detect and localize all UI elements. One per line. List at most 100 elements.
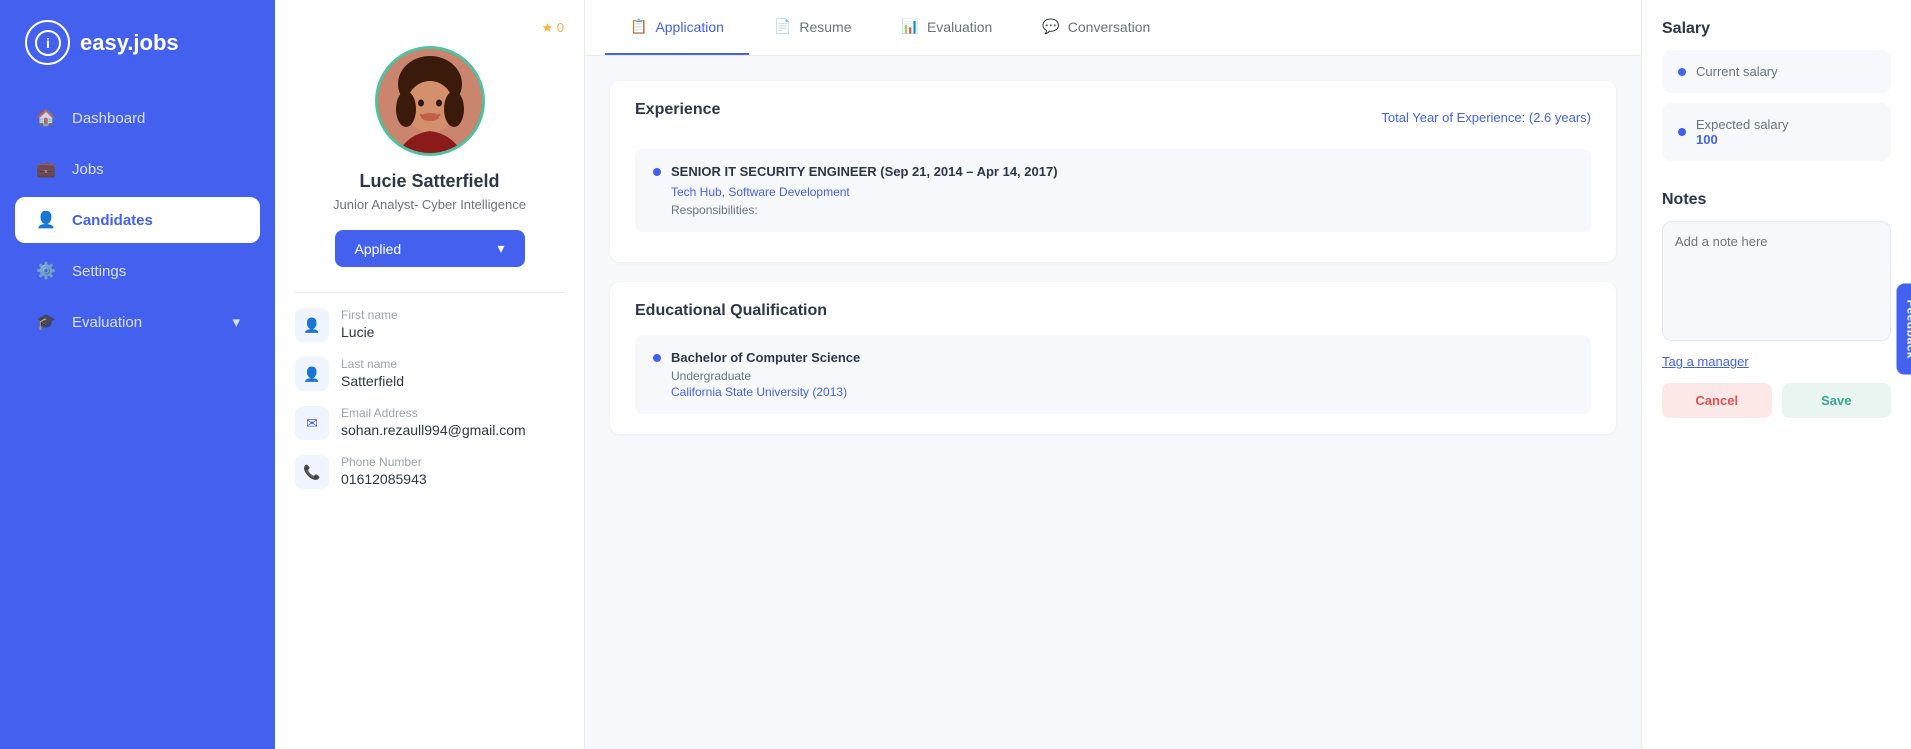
candidate-role: Junior Analyst- Cyber Intelligence — [333, 197, 526, 212]
info-list: 👤 First name Lucie 👤 Last name Satterfie… — [295, 308, 564, 489]
star-icon: ★ — [541, 20, 553, 35]
chevron-down-icon: ▾ — [497, 240, 504, 257]
salary-dot — [1678, 68, 1686, 76]
phone-label: Phone Number — [341, 455, 427, 469]
edu-type: Undergraduate — [671, 369, 1573, 383]
sidebar-item-dashboard[interactable]: 🏠 Dashboard — [15, 95, 260, 141]
tab-label: Application — [655, 19, 724, 35]
notes-actions: Cancel Save — [1662, 383, 1891, 418]
avatar — [375, 46, 485, 156]
status-button[interactable]: Applied ▾ — [335, 230, 525, 267]
sidebar-item-label: Evaluation — [72, 314, 142, 331]
phone-value: 01612085943 — [341, 471, 427, 487]
resume-icon: 📄 — [774, 18, 791, 35]
tab-evaluation[interactable]: 📊 Evaluation — [877, 0, 1018, 55]
person-icon: 👤 — [295, 308, 329, 342]
salary-title: Salary — [1662, 20, 1891, 38]
candidate-name: Lucie Satterfield — [359, 171, 499, 192]
sidebar-item-candidates[interactable]: 👤 Candidates — [15, 197, 260, 243]
tabs: 📋 Application 📄 Resume 📊 Evaluation 💬 Co… — [585, 0, 1641, 56]
tab-resume[interactable]: 📄 Resume — [749, 0, 877, 55]
total-experience: Total Year of Experience: (2.6 years) — [1381, 110, 1591, 125]
last-name-label: Last name — [341, 357, 404, 371]
sidebar-item-jobs[interactable]: 💼 Jobs — [15, 146, 260, 192]
phone-field: 📞 Phone Number 01612085943 — [295, 455, 564, 489]
exp-dot — [653, 168, 661, 176]
tab-label: Evaluation — [927, 19, 992, 35]
star-count: 0 — [557, 20, 564, 35]
education-title: Educational Qualification — [635, 302, 1591, 320]
sidebar-item-label: Settings — [72, 263, 126, 280]
svg-text:i: i — [46, 35, 50, 51]
settings-icon: ⚙️ — [35, 260, 57, 282]
content-body: Experience Total Year of Experience: (2.… — [585, 56, 1641, 749]
evaluation-icon: 🎓 — [35, 311, 57, 333]
expected-salary-label: Expected salary — [1696, 117, 1789, 132]
cancel-button[interactable]: Cancel — [1662, 383, 1772, 418]
sidebar-item-label: Candidates — [72, 212, 153, 229]
first-name-value: Lucie — [341, 324, 398, 340]
conv-icon: 💬 — [1042, 18, 1059, 35]
sidebar: i easy.jobs 🏠 Dashboard 💼 Jobs 👤 Candida… — [0, 0, 275, 749]
salary-dot-2 — [1678, 128, 1686, 136]
feedback-tab[interactable]: Feedback — [1896, 283, 1911, 374]
app-logo: i easy.jobs — [0, 20, 275, 95]
phone-icon: 📞 — [295, 455, 329, 489]
person-icon-2: 👤 — [295, 357, 329, 391]
star-rating: ★ 0 — [541, 20, 564, 36]
email-value: sohan.rezaull994@gmail.com — [341, 422, 526, 438]
sidebar-item-evaluation[interactable]: 🎓 Evaluation ▾ — [15, 299, 260, 345]
last-name-field: 👤 Last name Satterfield — [295, 357, 564, 391]
education-section: Educational Qualification Bachelor of Co… — [610, 282, 1616, 434]
first-name-field: 👤 First name Lucie — [295, 308, 564, 342]
sidebar-item-label: Jobs — [72, 161, 104, 178]
sidebar-item-settings[interactable]: ⚙️ Settings — [15, 248, 260, 294]
application-icon: 📋 — [630, 18, 647, 35]
tab-label: Conversation — [1068, 19, 1151, 35]
email-label: Email Address — [341, 406, 526, 420]
first-name-label: First name — [341, 308, 398, 322]
chevron-down-icon: ▾ — [232, 313, 240, 331]
tag-manager-link[interactable]: Tag a manager — [1662, 354, 1749, 369]
jobs-icon: 💼 — [35, 158, 57, 180]
tab-conversation[interactable]: 💬 Conversation — [1017, 0, 1175, 55]
status-label: Applied — [355, 241, 402, 257]
exp-responsibilities: Responsibilities: — [671, 203, 1573, 217]
exp-title: SENIOR IT SECURITY ENGINEER (Sep 21, 201… — [671, 164, 1058, 179]
email-icon: ✉ — [295, 406, 329, 440]
experience-section: Experience Total Year of Experience: (2.… — [610, 81, 1616, 262]
sidebar-item-label: Dashboard — [72, 110, 145, 127]
last-name-value: Satterfield — [341, 373, 404, 389]
education-item: Bachelor of Computer Science Undergradua… — [635, 335, 1591, 414]
avatar-image — [378, 49, 482, 153]
sidebar-nav: 🏠 Dashboard 💼 Jobs 👤 Candidates ⚙️ Setti… — [0, 95, 275, 345]
logo-icon: i — [25, 20, 70, 65]
divider — [295, 292, 564, 293]
home-icon: 🏠 — [35, 107, 57, 129]
eval-icon: 📊 — [902, 18, 919, 35]
expected-salary-card: Expected salary 100 — [1662, 103, 1891, 161]
current-salary-label: Current salary — [1696, 64, 1778, 79]
save-button[interactable]: Save — [1782, 383, 1892, 418]
candidates-icon: 👤 — [35, 209, 57, 231]
edu-degree: Bachelor of Computer Science — [671, 350, 860, 365]
email-field: ✉ Email Address sohan.rezaull994@gmail.c… — [295, 406, 564, 440]
notes-title: Notes — [1662, 191, 1891, 209]
notes-input[interactable] — [1662, 221, 1891, 341]
tab-label: Resume — [799, 19, 851, 35]
edu-school: California State University (2013) — [671, 385, 1573, 399]
expected-salary-value: 100 — [1696, 132, 1789, 147]
experience-item: SENIOR IT SECURITY ENGINEER (Sep 21, 201… — [635, 149, 1591, 232]
content-panel: 📋 Application 📄 Resume 📊 Evaluation 💬 Co… — [585, 0, 1641, 749]
tab-application[interactable]: 📋 Application — [605, 0, 749, 55]
notes-section: Notes Tag a manager Cancel Save — [1662, 191, 1891, 418]
current-salary-card: Current salary — [1662, 50, 1891, 93]
exp-company: Tech Hub, Software Development — [671, 185, 1573, 199]
salary-section: Salary Current salary Expected salary 10… — [1662, 20, 1891, 171]
experience-title: Experience — [635, 101, 720, 119]
app-name: easy.jobs — [80, 30, 179, 56]
edu-dot — [653, 354, 661, 362]
candidate-panel: ★ 0 — [275, 0, 585, 749]
total-experience-value: (2.6 years) — [1529, 110, 1591, 125]
main-area: ★ 0 — [275, 0, 1911, 749]
